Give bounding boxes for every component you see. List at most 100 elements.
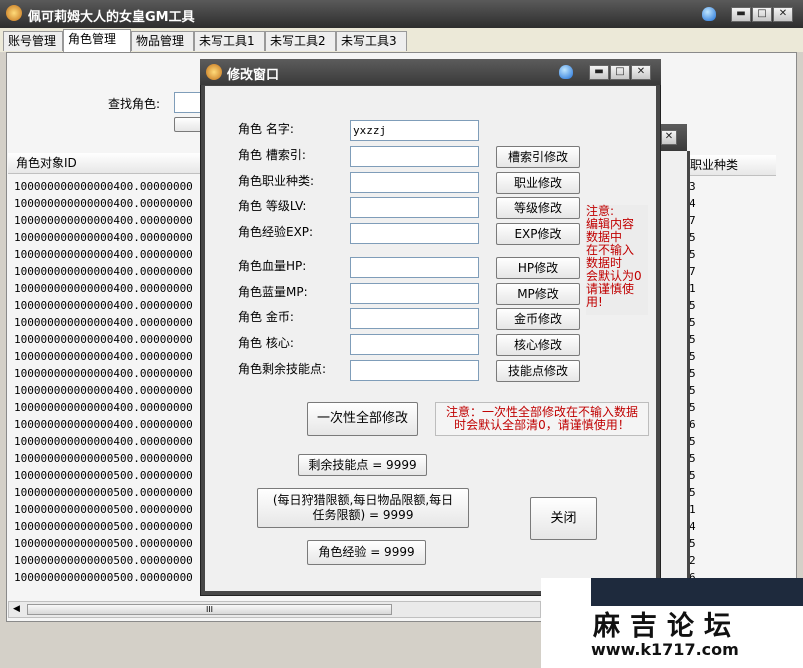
list-item-job[interactable]: 5 [689, 535, 775, 552]
list-item-job[interactable]: 6 [689, 416, 775, 433]
input-hp[interactable] [350, 257, 479, 278]
list-item-id[interactable]: 100000000000000400.00000000 [14, 246, 200, 263]
list-item-job[interactable]: 5 [689, 484, 775, 501]
input-slot-index[interactable] [350, 146, 479, 167]
daily-limit-line-1: (每日狩猎限额,每日物品限额,每日 [272, 493, 454, 507]
modify-level-button[interactable]: 等级修改 [496, 197, 580, 219]
apply-all-button[interactable]: 一次性全部修改 [307, 402, 418, 436]
dialog-skin-gem-icon[interactable] [559, 65, 573, 79]
list-item-job[interactable]: 5 [689, 229, 775, 246]
list-item-id[interactable]: 100000000000000500.00000000 [14, 450, 200, 467]
input-exp[interactable] [350, 223, 479, 244]
scroll-left-arrow-icon[interactable]: ◀ [13, 604, 20, 614]
modify-hp-button[interactable]: HP修改 [496, 257, 580, 279]
tab-character[interactable]: 角色管理 [63, 29, 131, 52]
list-item-id[interactable]: 100000000000000400.00000000 [14, 314, 200, 331]
modify-slot-button[interactable]: 槽索引修改 [496, 146, 580, 168]
list-item-id[interactable]: 100000000000000400.00000000 [14, 399, 200, 416]
list-item-job[interactable]: 4 [689, 518, 775, 535]
minimize-button[interactable]: ▬ [731, 7, 751, 22]
list-item-id[interactable]: 100000000000000400.00000000 [14, 178, 200, 195]
list-item-job[interactable]: 5 [689, 467, 775, 484]
tab-account[interactable]: 账号管理 [3, 31, 63, 51]
bottom-warning-note: 注意：一次性全部修改在不输入数据 时会默认全部清0，请谨慎使用！ [435, 402, 649, 436]
list-item-job[interactable]: 7 [689, 263, 775, 280]
job-column: 347557155555556555514526 [689, 178, 775, 586]
list-item-id[interactable]: 100000000000000400.00000000 [14, 365, 200, 382]
list-item-job[interactable]: 5 [689, 382, 775, 399]
list-item-job[interactable]: 5 [689, 246, 775, 263]
list-item-id[interactable]: 100000000000000500.00000000 [14, 501, 200, 518]
list-item-job[interactable]: 4 [689, 195, 775, 212]
input-core[interactable] [350, 334, 479, 355]
skill-points-9999-button[interactable]: 剩余技能点 = 9999 [298, 454, 427, 476]
list-item-id[interactable]: 100000000000000500.00000000 [14, 518, 200, 535]
dialog-maximize-button[interactable]: □ [610, 65, 630, 80]
background-dialog-close-icon[interactable]: ✕ [661, 130, 677, 145]
tab-tool-2[interactable]: 未写工具2 [265, 31, 336, 51]
input-mp[interactable] [350, 283, 479, 304]
list-item-job[interactable]: 5 [689, 433, 775, 450]
app-title: 佩可莉姆大人的女皇GM工具 [28, 10, 195, 25]
label-job: 角色职业种类: [238, 174, 315, 188]
list-item-id[interactable]: 100000000000000400.00000000 [14, 229, 200, 246]
list-item-job[interactable]: 5 [689, 331, 775, 348]
list-item-job[interactable]: 1 [689, 501, 775, 518]
list-item-id[interactable]: 100000000000000500.00000000 [14, 569, 200, 586]
modify-exp-button[interactable]: EXP修改 [496, 223, 580, 245]
dialog-minimize-button[interactable]: ▬ [589, 65, 609, 80]
input-level[interactable] [350, 197, 479, 218]
label-core: 角色 核心: [238, 336, 294, 350]
watermark-site-name: 麻吉论坛 [593, 611, 741, 642]
list-item-id[interactable]: 100000000000000500.00000000 [14, 552, 200, 569]
list-item-job[interactable]: 3 [689, 178, 775, 195]
close-button[interactable]: ✕ [773, 7, 793, 22]
list-item-job[interactable]: 5 [689, 297, 775, 314]
input-gold[interactable] [350, 308, 479, 329]
modify-job-button[interactable]: 职业修改 [496, 172, 580, 194]
close-dialog-button[interactable]: 关闭 [530, 497, 597, 540]
modify-skill-points-button[interactable]: 技能点修改 [496, 360, 580, 382]
horizontal-scrollbar[interactable]: ◀ III [8, 601, 541, 618]
list-item-id[interactable]: 100000000000000400.00000000 [14, 331, 200, 348]
list-item-id[interactable]: 100000000000000500.00000000 [14, 484, 200, 501]
list-item-id[interactable]: 100000000000000400.00000000 [14, 263, 200, 280]
input-skill-points[interactable] [350, 360, 479, 381]
list-item-job[interactable]: 1 [689, 280, 775, 297]
tab-tool-1[interactable]: 未写工具1 [194, 31, 265, 51]
maximize-button[interactable]: □ [752, 7, 772, 22]
list-item-id[interactable]: 100000000000000400.00000000 [14, 433, 200, 450]
list-item-id[interactable]: 100000000000000400.00000000 [14, 416, 200, 433]
tab-items[interactable]: 物品管理 [131, 31, 194, 51]
input-job[interactable] [350, 172, 479, 193]
dialog-close-button[interactable]: ✕ [631, 65, 651, 80]
scroll-thumb[interactable]: III [27, 604, 392, 615]
list-item-id[interactable]: 100000000000000400.00000000 [14, 382, 200, 399]
list-item-id[interactable]: 100000000000000400.00000000 [14, 195, 200, 212]
column-header-id[interactable]: 角色对象ID [8, 156, 77, 170]
list-item-id[interactable]: 100000000000000400.00000000 [14, 280, 200, 297]
list-item-id[interactable]: 100000000000000500.00000000 [14, 535, 200, 552]
column-header-job[interactable]: 职业种类 [686, 158, 738, 172]
list-item-id[interactable]: 100000000000000400.00000000 [14, 348, 200, 365]
list-item-job[interactable]: 2 [689, 552, 775, 569]
modify-gold-button[interactable]: 金币修改 [496, 308, 580, 330]
list-item-id[interactable]: 100000000000000400.00000000 [14, 297, 200, 314]
list-item-job[interactable]: 5 [689, 399, 775, 416]
list-item-id[interactable]: 100000000000000500.00000000 [14, 467, 200, 484]
list-item-job[interactable]: 7 [689, 212, 775, 229]
input-name[interactable]: yxzzj [350, 120, 479, 141]
list-item-job[interactable]: 5 [689, 450, 775, 467]
main-title-bar: 佩可莉姆大人的女皇GM工具 ▬ □ ✕ [0, 0, 803, 28]
list-item-job[interactable]: 5 [689, 314, 775, 331]
list-item-job[interactable]: 5 [689, 348, 775, 365]
id-column: 100000000000000400.00000000 1000000000000… [14, 178, 200, 586]
tab-tool-3[interactable]: 未写工具3 [336, 31, 407, 51]
exp-9999-button[interactable]: 角色经验 = 9999 [307, 540, 426, 565]
list-item-id[interactable]: 100000000000000400.00000000 [14, 212, 200, 229]
list-item-job[interactable]: 5 [689, 365, 775, 382]
daily-limit-9999-button[interactable]: (每日狩猎限额,每日物品限额,每日 任务限额) = 9999 [257, 488, 469, 528]
modify-mp-button[interactable]: MP修改 [496, 283, 580, 305]
modify-core-button[interactable]: 核心修改 [496, 334, 580, 356]
skin-gem-icon[interactable] [702, 7, 716, 21]
